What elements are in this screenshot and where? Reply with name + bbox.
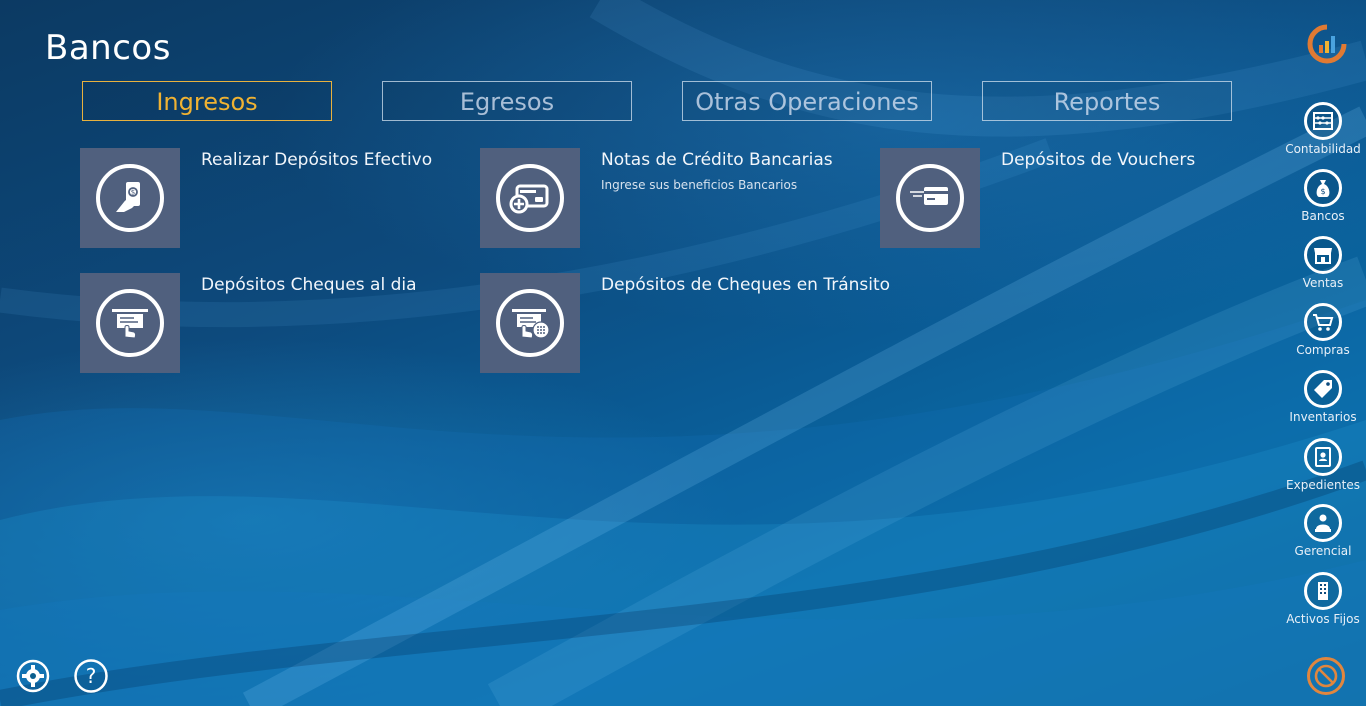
tile-title: Notas de Crédito Bancarias	[601, 150, 833, 170]
check-transit-icon	[496, 289, 564, 357]
sidebar-item-label: Bancos	[1301, 209, 1345, 223]
credit-card-plus-icon	[496, 164, 564, 232]
tab-otras-operaciones[interactable]: Otras Operaciones	[682, 81, 932, 121]
sidebar-item-activos-fijos[interactable]: Activos Fijos	[1280, 572, 1366, 626]
tab-reportes[interactable]: Reportes	[982, 81, 1232, 121]
sidebar-item-bancos[interactable]: $ Bancos	[1280, 169, 1366, 223]
sidebar-item-gerencial[interactable]: Gerencial	[1280, 504, 1366, 558]
category-tabs: Ingresos Egresos Otras Operaciones Repor…	[82, 81, 1234, 123]
tile-title: Realizar Depósitos Efectivo	[201, 150, 433, 170]
sidebar-item-contabilidad[interactable]: Contabilidad	[1280, 102, 1366, 156]
tile-title: Depósitos Cheques al dia	[201, 275, 417, 295]
gear-icon[interactable]	[15, 658, 51, 694]
tile-title: Depósitos de Vouchers	[1001, 150, 1196, 170]
cart-icon	[1304, 303, 1342, 341]
page-title: Bancos	[45, 28, 171, 68]
svg-text:?: ?	[86, 664, 97, 688]
sidebar-item-expedientes[interactable]: Expedientes	[1280, 438, 1366, 492]
sidebar-item-label: Expedientes	[1286, 478, 1360, 492]
sidebar-item-compras[interactable]: Compras	[1280, 303, 1366, 357]
app-logo-icon[interactable]	[1306, 23, 1348, 65]
check-deposit-icon	[96, 289, 164, 357]
tile-title: Depósitos de Cheques en Tránsito	[601, 275, 891, 295]
sidebar-item-label: Contabilidad	[1285, 142, 1361, 156]
building-icon	[1304, 572, 1342, 610]
sidebar-item-label: Activos Fijos	[1286, 612, 1360, 626]
tile-depositos-cheques-al-dia[interactable]: Depósitos Cheques al dia	[80, 273, 440, 373]
money-bag-icon: $	[1304, 169, 1342, 207]
help-icon[interactable]: ?	[73, 658, 109, 694]
svg-text:$: $	[1320, 187, 1325, 196]
id-badge-icon	[1304, 438, 1342, 476]
cash-hand-icon: $	[96, 164, 164, 232]
tab-ingresos[interactable]: Ingresos	[82, 81, 332, 121]
sidebar-item-label: Ventas	[1302, 276, 1344, 290]
abacus-icon	[1304, 102, 1342, 140]
tag-icon	[1304, 370, 1342, 408]
sidebar-item-label: Gerencial	[1294, 544, 1352, 558]
tile-realizar-depositos-efectivo[interactable]: $ Realizar Depósitos Efectivo	[80, 148, 440, 248]
store-icon	[1304, 236, 1342, 274]
voucher-card-icon	[896, 164, 964, 232]
sidebar-item-label: Inventarios	[1289, 410, 1357, 424]
sidebar-item-inventarios[interactable]: Inventarios	[1280, 370, 1366, 424]
svg-text:$: $	[131, 189, 135, 197]
tile-depositos-de-cheques-en-transito[interactable]: Depósitos de Cheques en Tránsito	[480, 273, 890, 373]
sidebar-item-label: Compras	[1296, 343, 1350, 357]
tile-subtitle: Ingrese sus beneficios Bancarios	[601, 178, 798, 192]
tab-egresos[interactable]: Egresos	[382, 81, 632, 121]
no-entry-icon[interactable]	[1306, 656, 1346, 696]
tile-notas-de-credito-bancarias[interactable]: Notas de Crédito Bancarias Ingrese sus b…	[480, 148, 840, 248]
manager-icon	[1304, 504, 1342, 542]
sidebar-item-ventas[interactable]: Ventas	[1280, 236, 1366, 290]
tile-depositos-de-vouchers[interactable]: Depósitos de Vouchers	[880, 148, 1240, 248]
